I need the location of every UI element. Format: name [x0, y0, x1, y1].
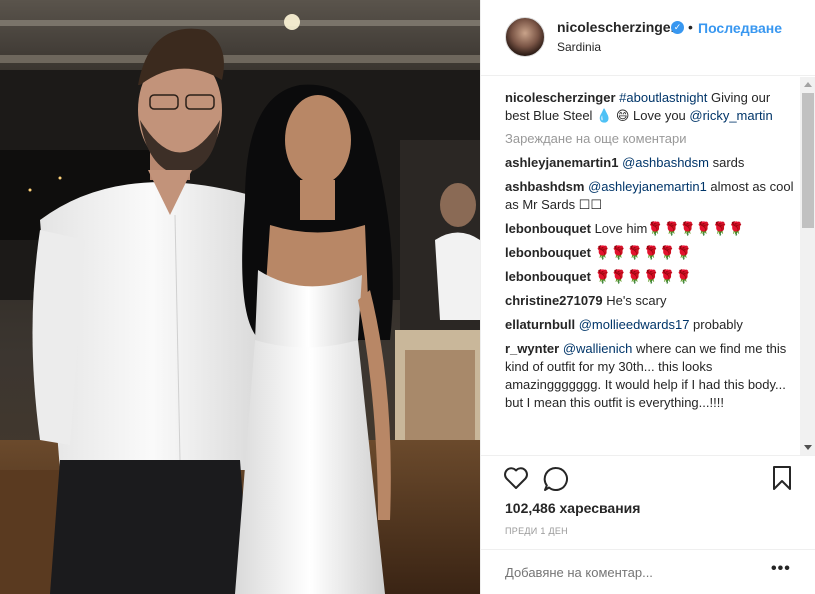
comment-item: lebonbouquet 🌹🌹🌹🌹🌹🌹	[505, 244, 795, 262]
post-date[interactable]: ПРЕДИ 1 ДЕН	[505, 526, 568, 536]
likes-number: 102,486	[505, 500, 556, 516]
header-separator: •	[688, 19, 693, 35]
comment-bubble-icon[interactable]	[543, 466, 569, 492]
likes-word: харесвания	[559, 500, 641, 516]
post-actions: 102,486 харесвания ПРЕДИ 1 ДЕН	[481, 455, 815, 540]
comment-mention-link[interactable]: @mollieedwards17	[579, 317, 690, 332]
verified-badge-icon: ✓	[671, 21, 684, 34]
bookmark-icon[interactable]	[771, 465, 793, 491]
comment-item: lebonbouquet Love him🌹🌹🌹🌹🌹🌹	[505, 220, 795, 238]
comment-item: r_wynter @wallienich where can we find m…	[505, 340, 795, 412]
comment-text: Love him🌹🌹🌹🌹🌹🌹	[594, 221, 745, 236]
comment-item: ellaturnbull @mollieedwards17 probably	[505, 316, 795, 334]
add-comment-bar: •••	[481, 549, 815, 594]
likes-count[interactable]: 102,486 харесвания	[505, 500, 640, 516]
comment-username[interactable]: lebonbouquet	[505, 269, 591, 284]
scroll-down-arrow-icon[interactable]	[804, 445, 812, 450]
comment-item: lebonbouquet 🌹🌹🌹🌹🌹🌹	[505, 268, 795, 286]
comment-text: 🌹🌹🌹🌹🌹🌹	[594, 245, 692, 260]
comment-username[interactable]: lebonbouquet	[505, 245, 591, 260]
comment-username[interactable]: christine271079	[505, 293, 603, 308]
comment-text: 🌹🌹🌹🌹🌹🌹	[594, 269, 692, 284]
comment-text: probably	[689, 317, 743, 332]
comment-username[interactable]: ashleyjanemartin1	[505, 155, 618, 170]
heart-icon[interactable]	[503, 466, 529, 490]
comment-username[interactable]: lebonbouquet	[505, 221, 591, 236]
comment-username[interactable]: nicolescherzinger	[505, 90, 616, 105]
comment-item: ashbashdsm @ashleyjanemartin1 almost as …	[505, 178, 795, 214]
avatar[interactable]	[505, 17, 545, 57]
comment-item: nicolescherzinger #aboutlastnight Giving…	[505, 89, 795, 125]
comment-item: christine271079 He's scary	[505, 292, 795, 310]
header-username[interactable]: nicolescherzinger	[557, 19, 676, 35]
comments-scrollbar[interactable]	[800, 77, 815, 455]
comment-username[interactable]: ellaturnbull	[505, 317, 575, 332]
load-more-comments-button[interactable]: Зареждане на още коментари	[505, 131, 795, 146]
scroll-up-arrow-icon[interactable]	[804, 82, 812, 87]
comments-section: nicolescherzinger #aboutlastnight Giving…	[481, 77, 815, 455]
more-options-icon[interactable]: •••	[771, 560, 791, 578]
comment-mention-link[interactable]: @ashbashdsm	[622, 155, 709, 170]
follow-button[interactable]: Последване	[698, 20, 782, 36]
post-photo[interactable]	[0, 0, 480, 594]
comment-text: He's scary	[606, 293, 667, 308]
comment-mention-link[interactable]: @wallienich	[563, 341, 633, 356]
comment-list: nicolescherzinger #aboutlastnight Giving…	[505, 89, 795, 418]
comment-username[interactable]: ashbashdsm	[505, 179, 584, 194]
scroll-thumb[interactable]	[802, 93, 814, 228]
comment-mention-link[interactable]: #aboutlastnight	[619, 90, 707, 105]
comment-mention-link[interactable]: @ashleyjanemartin1	[588, 179, 707, 194]
comment-username[interactable]: r_wynter	[505, 341, 559, 356]
comment-text: sards	[708, 155, 745, 170]
post-photo-illustration	[0, 0, 480, 594]
comment-item: ashleyjanemartin1 @ashbashdsm sards	[505, 154, 795, 172]
location-link[interactable]: Sardinia	[557, 40, 601, 54]
post-header: nicolescherzinger ✓ • Последване Sardini…	[481, 0, 815, 76]
comment-mention-link[interactable]: @ricky_martin	[689, 108, 772, 123]
add-comment-input[interactable]	[505, 562, 765, 582]
post-side-panel: nicolescherzinger ✓ • Последване Sardini…	[480, 0, 815, 594]
